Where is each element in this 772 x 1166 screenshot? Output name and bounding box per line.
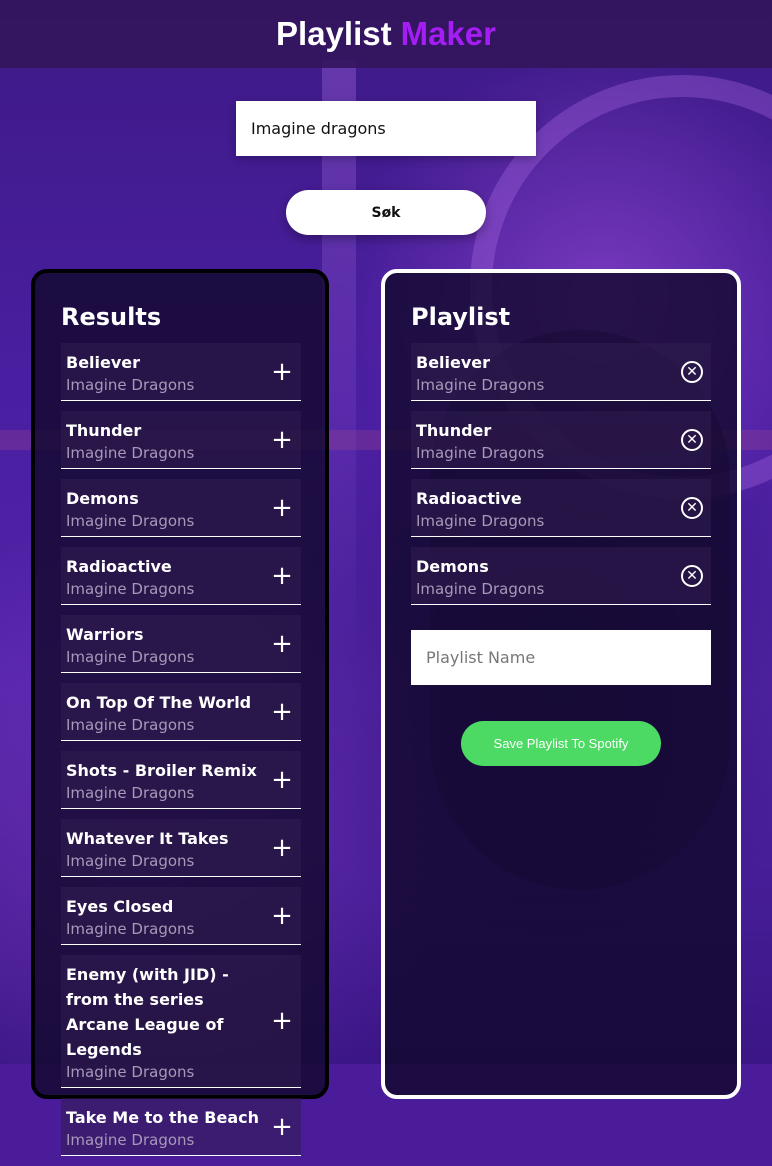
track-title: Radioactive xyxy=(66,557,172,576)
track-title: Take Me to the Beach xyxy=(66,1108,260,1127)
results-title: Results xyxy=(61,303,162,331)
track-title: Believer xyxy=(66,353,141,372)
track-artist: Imagine Dragons xyxy=(416,376,545,394)
plus-icon: + xyxy=(271,356,293,387)
plus-icon: + xyxy=(271,832,293,863)
track-title: Thunder xyxy=(66,421,142,440)
result-track: Eyes Closed Imagine Dragons + xyxy=(61,887,301,945)
add-track-button[interactable]: + xyxy=(271,900,293,931)
result-track: Shots - Broiler Remix Imagine Dragons + xyxy=(61,751,301,809)
plus-icon: + xyxy=(271,424,293,455)
playlist-list: Believer Imagine Dragons ✕ Thunder Imagi… xyxy=(411,343,711,615)
add-track-button[interactable]: + xyxy=(271,764,293,795)
track-title: Demons xyxy=(416,557,489,576)
playlist-track: Demons Imagine Dragons ✕ xyxy=(411,547,711,605)
track-title: Whatever It Takes xyxy=(66,829,229,848)
result-track: Radioactive Imagine Dragons + xyxy=(61,547,301,605)
circle-x-icon: ✕ xyxy=(681,428,703,451)
plus-icon: + xyxy=(271,1111,293,1142)
playlist-title: Playlist xyxy=(411,303,511,331)
track-artist: Imagine Dragons xyxy=(416,444,545,462)
plus-icon: + xyxy=(271,1006,293,1036)
result-track: Warriors Imagine Dragons + xyxy=(61,615,301,673)
search-button[interactable]: Søk xyxy=(286,190,486,235)
add-track-button[interactable]: + xyxy=(271,1111,293,1142)
add-track-button[interactable]: + xyxy=(271,492,293,523)
track-artist: Imagine Dragons xyxy=(66,784,195,802)
track-artist: Imagine Dragons xyxy=(66,920,195,938)
track-artist: Imagine Dragons xyxy=(66,512,195,530)
track-artist: Imagine Dragons xyxy=(416,580,545,598)
result-track: Demons Imagine Dragons + xyxy=(61,479,301,537)
add-track-button[interactable]: + xyxy=(271,832,293,863)
app-title: Playlist xyxy=(276,15,392,52)
track-title: Shots - Broiler Remix xyxy=(66,761,257,780)
playlist-track: Radioactive Imagine Dragons ✕ xyxy=(411,479,711,537)
track-artist: Imagine Dragons xyxy=(66,1063,195,1081)
track-title: Demons xyxy=(66,489,139,508)
track-title: Radioactive xyxy=(416,489,522,508)
result-track: Whatever It Takes Imagine Dragons + xyxy=(61,819,301,877)
track-artist: Imagine Dragons xyxy=(66,648,195,666)
track-artist: Imagine Dragons xyxy=(66,716,195,734)
add-track-button[interactable]: + xyxy=(271,696,293,727)
track-title: On Top Of The World xyxy=(66,693,252,712)
playlist-track: Thunder Imagine Dragons ✕ xyxy=(411,411,711,469)
track-artist: Imagine Dragons xyxy=(66,444,195,462)
add-track-button[interactable]: + xyxy=(271,356,293,387)
result-track: Thunder Imagine Dragons + xyxy=(61,411,301,469)
result-track: Enemy (with JID) - from the series Arcan… xyxy=(61,955,301,1088)
plus-icon: + xyxy=(271,764,293,795)
track-artist: Imagine Dragons xyxy=(66,852,195,870)
track-artist: Imagine Dragons xyxy=(66,376,195,394)
plus-icon: + xyxy=(271,696,293,727)
add-track-button[interactable]: + xyxy=(271,628,293,659)
add-track-button[interactable]: + xyxy=(271,1006,293,1036)
save-playlist-button[interactable]: Save Playlist To Spotify xyxy=(461,721,661,766)
plus-icon: + xyxy=(271,560,293,591)
track-artist: Imagine Dragons xyxy=(66,1131,195,1149)
track-title: Eyes Closed xyxy=(66,897,174,916)
remove-track-button[interactable]: ✕ xyxy=(681,564,703,587)
track-artist: Imagine Dragons xyxy=(66,580,195,598)
track-title: Thunder xyxy=(416,421,492,440)
remove-track-button[interactable]: ✕ xyxy=(681,360,703,383)
circle-x-icon: ✕ xyxy=(681,564,703,587)
track-title: Enemy (with JID) - from the series Arcan… xyxy=(66,965,229,1059)
remove-track-button[interactable]: ✕ xyxy=(681,496,703,519)
circle-x-icon: ✕ xyxy=(681,360,703,383)
playlist-name-input[interactable]: Playlist Name xyxy=(411,630,711,685)
add-track-button[interactable]: + xyxy=(271,560,293,591)
app-title-accent: Maker xyxy=(400,15,496,52)
track-title: Warriors xyxy=(66,625,144,644)
track-title: Believer xyxy=(416,353,491,372)
result-track: Take Me to the Beach Imagine Dragons + xyxy=(61,1098,301,1156)
results-list: Believer Imagine Dragons + Thunder Imagi… xyxy=(61,343,301,1166)
plus-icon: + xyxy=(271,628,293,659)
search-input[interactable] xyxy=(236,101,536,156)
result-track: Believer Imagine Dragons + xyxy=(61,343,301,401)
plus-icon: + xyxy=(271,492,293,523)
remove-track-button[interactable]: ✕ xyxy=(681,428,703,451)
track-artist: Imagine Dragons xyxy=(416,512,545,530)
circle-x-icon: ✕ xyxy=(681,496,703,519)
app-header: Playlist Maker xyxy=(0,0,772,68)
result-track: On Top Of The World Imagine Dragons + xyxy=(61,683,301,741)
playlist-track: Believer Imagine Dragons ✕ xyxy=(411,343,711,401)
plus-icon: + xyxy=(271,900,293,931)
results-panel: Results Believer Imagine Dragons + Thund… xyxy=(31,269,329,1156)
playlist-panel: Playlist Believer Imagine Dragons ✕ Thun… xyxy=(381,269,741,1099)
add-track-button[interactable]: + xyxy=(271,424,293,455)
